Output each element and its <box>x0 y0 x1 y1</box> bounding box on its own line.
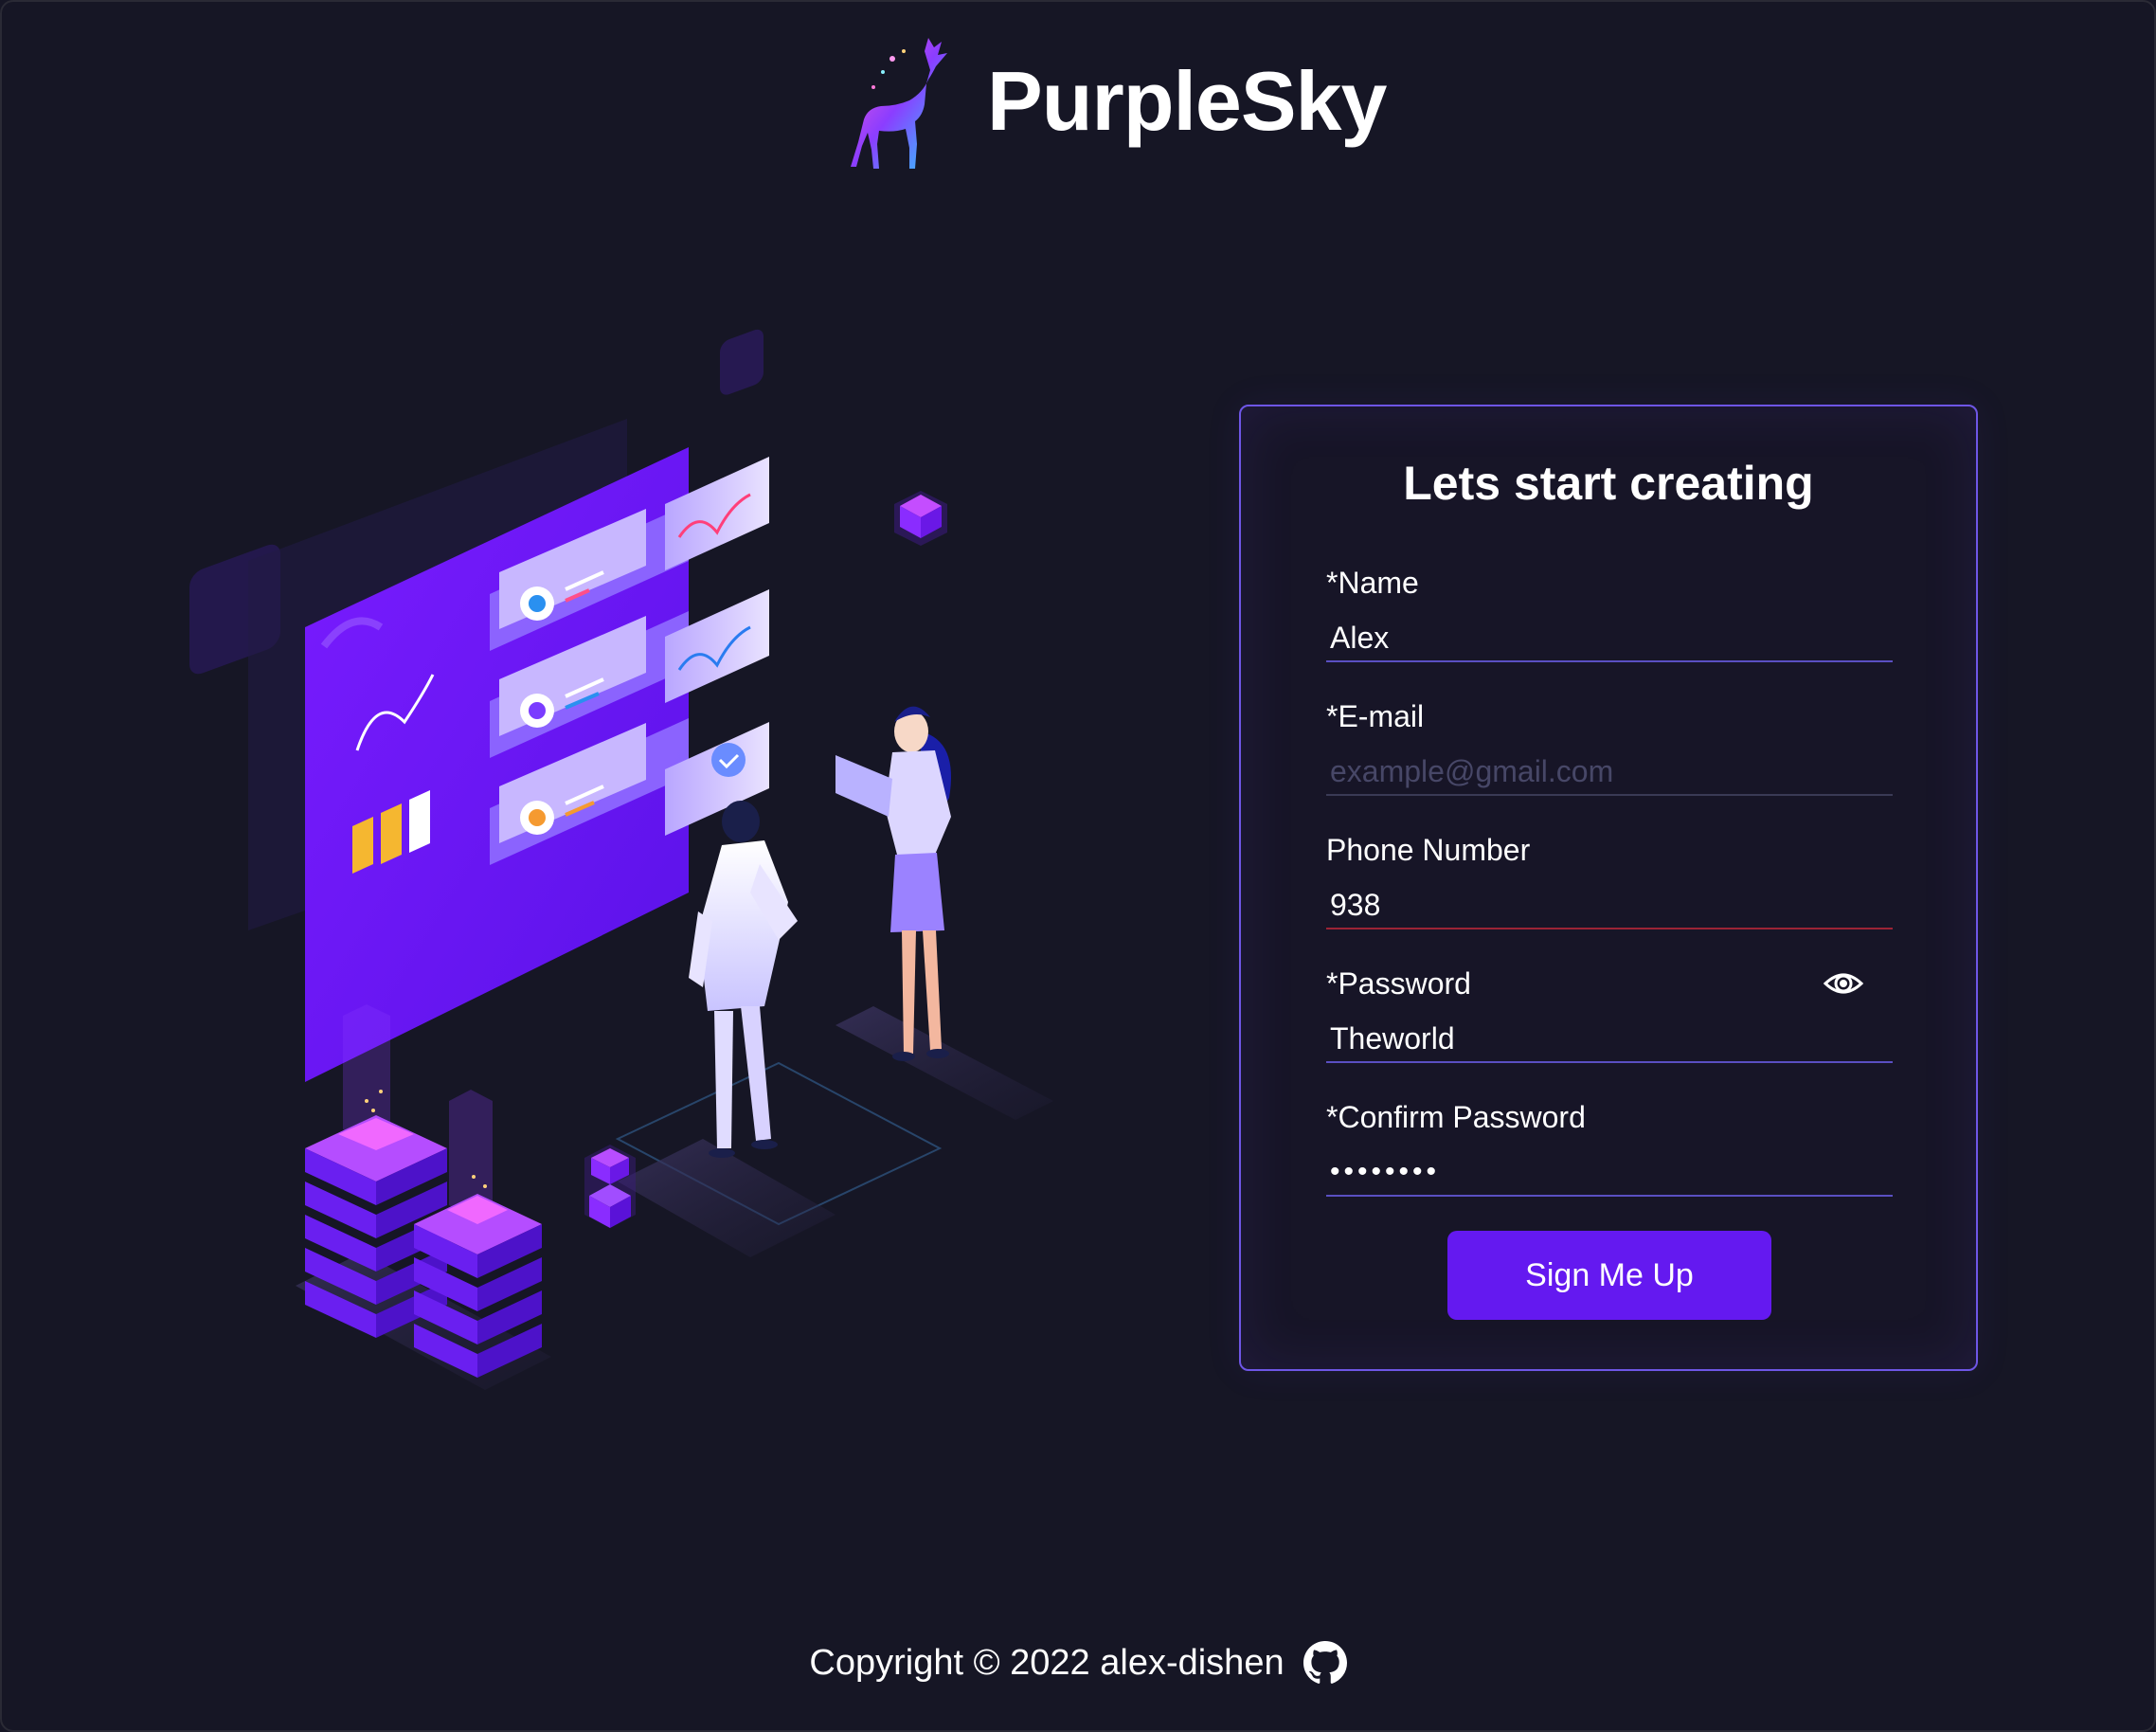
header: PurpleSky <box>835 30 1387 172</box>
github-icon[interactable] <box>1303 1641 1347 1685</box>
copyright-text: Copyright © 2022 alex-dishen <box>809 1642 1285 1683</box>
phone-label: Phone Number <box>1326 833 1531 867</box>
footer: Copyright © 2022 alex-dishen <box>2 1641 2154 1685</box>
phone-input[interactable] <box>1326 882 1893 929</box>
sign-up-button[interactable]: Sign Me Up <box>1447 1231 1771 1320</box>
signup-page: PurpleSky Lets start creating *Name Alex… <box>0 0 2156 1732</box>
email-label: *E-mail <box>1326 699 1425 733</box>
phone-field-group: Phone Number <box>1326 831 1893 929</box>
name-field-group: *Name <box>1326 564 1893 662</box>
eye-icon[interactable] <box>1823 965 1864 1002</box>
signup-form-card: Lets start creating *Name *E-mail Phone … <box>1239 405 1978 1371</box>
confirm-password-input[interactable] <box>1326 1149 1893 1197</box>
deer-logo-icon <box>851 38 947 169</box>
password-input[interactable] <box>1326 1016 1893 1063</box>
confirm-password-label: *Confirm Password <box>1326 1100 1586 1134</box>
email-field-group: *E-mail <box>1326 697 1893 796</box>
form-title: Lets start creating <box>1403 457 1814 510</box>
confirm-password-field-group: *Confirm Password <box>1326 1098 1893 1197</box>
name-label: *Name <box>1326 566 1419 600</box>
isometric-team-dashboard-illustration <box>189 324 1053 1390</box>
password-label: *Password <box>1326 966 1471 1001</box>
email-input[interactable] <box>1326 749 1893 796</box>
name-input[interactable] <box>1326 615 1893 662</box>
brand-name: PurpleSky <box>987 54 1387 148</box>
password-field-group: *Password <box>1326 965 1893 1063</box>
